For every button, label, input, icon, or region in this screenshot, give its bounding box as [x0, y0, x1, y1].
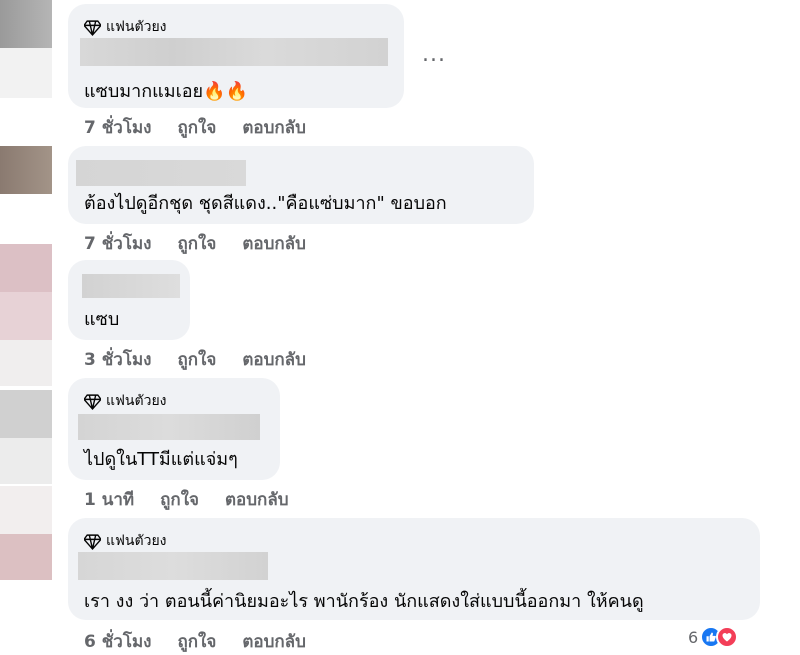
avatar-blur [0, 292, 52, 340]
more-options-button[interactable]: ... [422, 42, 446, 67]
like-button[interactable]: ถูกใจ [177, 346, 216, 373]
reply-button[interactable]: ตอบกลับ [242, 114, 306, 141]
heart-icon [716, 626, 739, 648]
comment-text: เรา งง ว่า ตอนนี้ค่านิยมอะไร พานักร้อง น… [84, 591, 644, 612]
top-fan-badge: แฟนตัวยง [84, 16, 167, 38]
avatar[interactable] [0, 390, 52, 438]
avatar[interactable] [0, 0, 52, 48]
comment-timestamp[interactable]: 3 ชั่วโมง [84, 346, 151, 373]
comment-bubble: แซบ [68, 260, 190, 340]
author-name-blurred[interactable] [78, 414, 260, 440]
reply-button[interactable]: ตอบกลับ [242, 230, 306, 257]
author-name-blurred[interactable] [78, 552, 268, 580]
comment-text: ต้องไปดูอีกชุด ชุดสีแดง.."คือแซ่บมาก" ขอ… [84, 193, 447, 214]
comment-actions: 3 ชั่วโมง ถูกใจ ตอบกลับ [84, 346, 306, 373]
comment-bubble: แฟนตัวยง ไปดูในTTมีแต่แจ่มๆ [68, 378, 280, 480]
avatar[interactable] [0, 486, 52, 534]
like-button[interactable]: ถูกใจ [160, 486, 199, 513]
reply-button[interactable]: ตอบกลับ [225, 486, 289, 513]
badge-label: แฟนตัวยง [106, 533, 167, 549]
comment-text: แซบมากแมเอย🔥🔥 [84, 76, 248, 105]
avatar-blur [0, 48, 52, 98]
diamond-icon [84, 533, 101, 550]
comment-actions: 7 ชั่วโมง ถูกใจ ตอบกลับ [84, 230, 306, 257]
comment-timestamp[interactable]: 6 ชั่วโมง [84, 628, 151, 655]
reaction-summary[interactable]: 6 [688, 626, 739, 648]
diamond-icon [84, 393, 101, 410]
reply-button[interactable]: ตอบกลับ [242, 346, 306, 373]
comment-actions: 6 ชั่วโมง ถูกใจ ตอบกลับ [84, 628, 306, 655]
comment-bubble: แฟนตัวยง แซบมากแมเอย🔥🔥 [68, 4, 404, 108]
top-fan-badge: แฟนตัวยง [84, 390, 167, 412]
author-name-blurred[interactable] [82, 274, 180, 298]
avatar-blur [0, 438, 52, 484]
top-fan-badge: แฟนตัวยง [84, 530, 167, 552]
avatar[interactable] [0, 340, 52, 386]
author-name-blurred[interactable] [80, 38, 388, 66]
comment-timestamp[interactable]: 7 ชั่วโมง [84, 230, 151, 257]
reply-button[interactable]: ตอบกลับ [242, 628, 306, 655]
like-button[interactable]: ถูกใจ [177, 628, 216, 655]
avatar-blur [0, 534, 52, 580]
comment-bubble: ต้องไปดูอีกชุด ชุดสีแดง.."คือแซ่บมาก" ขอ… [68, 146, 534, 224]
badge-label: แฟนตัวยง [106, 393, 167, 409]
avatar[interactable] [0, 244, 52, 292]
avatar[interactable] [0, 146, 52, 194]
comment-actions: 7 ชั่วโมง ถูกใจ ตอบกลับ [84, 114, 306, 141]
fire-emoji: 🔥🔥 [203, 81, 248, 102]
badge-label: แฟนตัวยง [106, 19, 167, 35]
comment-text: แซบ [84, 309, 120, 330]
comment-timestamp[interactable]: 1 นาที [84, 486, 134, 513]
author-name-blurred[interactable] [76, 160, 246, 186]
comment-bubble: แฟนตัวยง เรา งง ว่า ตอนนี้ค่านิยมอะไร พา… [68, 518, 760, 620]
comment-text: ไปดูในTTมีแต่แจ่มๆ [84, 449, 238, 470]
comment-text-body: แซบมากแมเอย [84, 81, 204, 102]
like-button[interactable]: ถูกใจ [177, 230, 216, 257]
like-button[interactable]: ถูกใจ [177, 114, 216, 141]
reaction-count: 6 [688, 627, 699, 647]
comment-actions: 1 นาที ถูกใจ ตอบกลับ [84, 486, 289, 513]
comment-timestamp[interactable]: 7 ชั่วโมง [84, 114, 151, 141]
diamond-icon [84, 19, 101, 36]
